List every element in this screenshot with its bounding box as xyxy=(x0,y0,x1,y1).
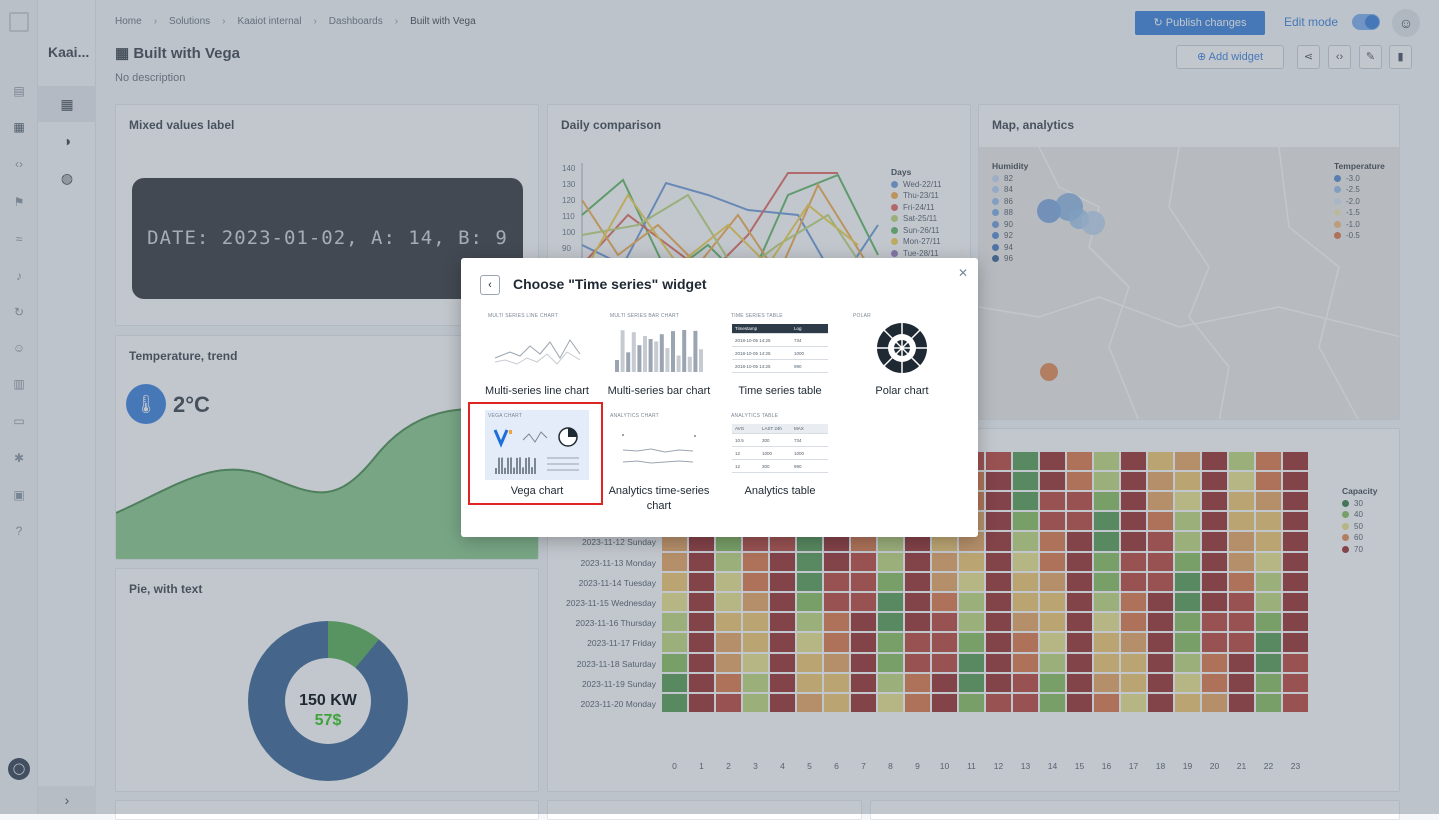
back-button[interactable]: ‹ xyxy=(480,275,500,295)
pie-value-secondary: 57$ xyxy=(314,712,342,729)
close-icon[interactable]: ✕ xyxy=(958,266,968,280)
table-header: AVG xyxy=(735,426,745,431)
option-time-series-table[interactable]: TIME SERIES TABLE Timestamp Log 2018-10-0… xyxy=(720,310,840,406)
preview-label: ANALYTICS TABLE xyxy=(731,413,779,419)
option-label: Polar chart xyxy=(875,385,929,397)
option-label: Multi-series bar chart xyxy=(607,385,711,397)
table-cell: 10.5 xyxy=(735,438,744,443)
table-header: Timestamp xyxy=(735,326,758,331)
thumbnail-bar xyxy=(682,330,687,372)
option-preview: MULTI SERIES LINE CHART xyxy=(485,310,589,380)
option-multi-series-bar-chart[interactable]: MULTI SERIES BAR CHART Multi-series bar … xyxy=(599,310,719,406)
table-cell: 990 xyxy=(794,464,802,469)
thumbnail-bar xyxy=(631,332,636,372)
table-cell: 990 xyxy=(794,364,802,369)
bar-chart-thumbnail xyxy=(615,330,703,372)
option-preview: ANALYTICS CHART xyxy=(607,410,711,480)
option-label: Multi-series line chart xyxy=(485,385,589,397)
option-label: Time series table xyxy=(738,385,822,397)
selected-option-highlight xyxy=(468,402,603,505)
thumbnail-bar xyxy=(693,330,698,372)
thumbnail-bar xyxy=(687,356,692,372)
preview-label: TIME SERIES TABLE xyxy=(731,313,783,319)
option-analytics-time-series-chart[interactable]: ANALYTICS CHART Analytics time-series ch… xyxy=(599,410,719,512)
table-cell: 734 xyxy=(794,338,802,343)
option-preview: TIME SERIES TABLE Timestamp Log 2018-10-0… xyxy=(728,310,832,380)
option-polar-chart[interactable]: POLAR Polar chart xyxy=(842,310,962,406)
table-cell: 734 xyxy=(794,438,802,443)
table-cell: 2018-10-05 14:25 xyxy=(735,338,771,343)
table-cell: 2018-10-05 14:25 xyxy=(735,364,771,369)
thumbnail-bar xyxy=(626,352,631,372)
thumbnail-bar xyxy=(665,348,670,372)
table-cell: 300 xyxy=(762,464,770,469)
thumbnail-bar xyxy=(648,339,653,372)
option-label: Analytics table xyxy=(744,485,816,497)
table-header: Log xyxy=(794,326,802,331)
line-chart-thumbnail xyxy=(494,339,581,365)
table-cell: 1000 xyxy=(794,351,805,356)
thumbnail-bar xyxy=(659,334,664,372)
table-cell: 300 xyxy=(762,438,770,443)
option-preview: MULTI SERIES BAR CHART xyxy=(607,310,711,380)
option-label: Analytics time-series chart xyxy=(608,485,710,512)
thumbnail-bar xyxy=(676,355,681,372)
table-thumbnail: Timestamp Log 2018-10-05 14:25 734 2018-10… xyxy=(732,324,828,373)
analytics-chart-thumbnail xyxy=(622,434,696,464)
table-cell: 12 xyxy=(735,451,741,456)
chevron-left-icon: ‹ xyxy=(488,279,492,291)
table-cell: 2018-10-05 14:25 xyxy=(735,351,771,356)
table-header: MAX xyxy=(794,426,804,431)
table-cell: 1000 xyxy=(762,451,773,456)
option-multi-series-line-chart[interactable]: MULTI SERIES LINE CHART Multi-series lin… xyxy=(477,310,597,406)
polar-chart-thumbnail xyxy=(877,323,927,373)
option-preview: ANALYTICS TABLE AVG LAST 24h MAX 10.5 300 73… xyxy=(728,410,832,480)
thumbnail-bar xyxy=(699,349,703,372)
thumbnail-bar xyxy=(643,336,647,372)
thumbnail-bar xyxy=(615,360,619,372)
pie-value-primary: 150 KW xyxy=(299,692,357,709)
table-header: LAST 24h xyxy=(762,426,782,431)
thumbnail-bar xyxy=(637,345,642,372)
option-analytics-table[interactable]: ANALYTICS TABLE AVG LAST 24h MAX 10.5 300 73… xyxy=(720,410,840,506)
thumbnail-bar xyxy=(654,341,659,372)
table-cell: 1000 xyxy=(794,451,805,456)
thumbnail-bar xyxy=(620,330,625,372)
thumbnail-bar xyxy=(671,331,675,372)
dialog-title: Choose "Time series" widget xyxy=(513,276,707,292)
option-preview: POLAR xyxy=(850,310,954,380)
table-thumbnail: AVG LAST 24h MAX 10.5 300 734 12 1000 1000 12 3… xyxy=(732,424,828,473)
table-cell: 12 xyxy=(735,464,741,469)
